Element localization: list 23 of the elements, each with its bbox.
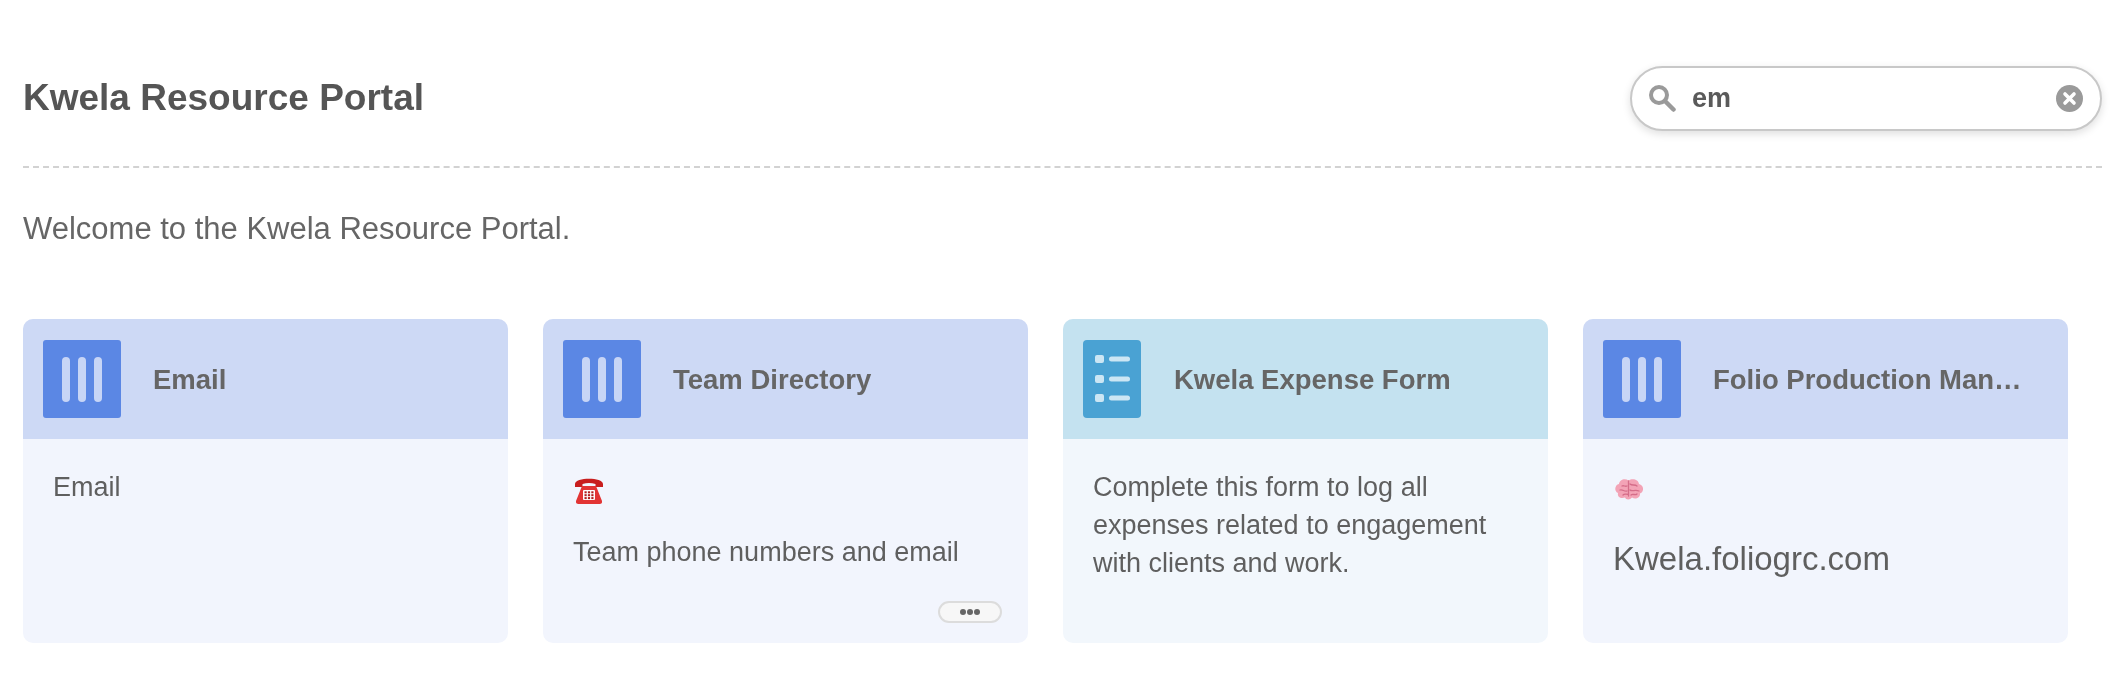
welcome-text: Welcome to the Kwela Resource Portal. [23,210,572,248]
search-icon [1648,84,1676,112]
card-title: Team Directory [673,362,872,397]
columns-icon [563,340,641,419]
card-description: Team phone numbers and email [573,536,960,570]
more-button[interactable] [938,601,1002,624]
resource-card[interactable]: Email Email [23,319,508,644]
clear-icon[interactable] [2056,85,2083,112]
card-url-text: Kwela.foliogrc.com [1613,539,1891,580]
card-description: Email [53,471,122,505]
card-title: Folio Production Man… [1713,362,2022,397]
card-description: Complete this form to log all expenses related to engagement with clients and work. [1093,471,1488,580]
columns-icon [1603,340,1681,419]
resource-card[interactable]: Team Directory Team phone numbers and email [543,319,1028,644]
resource-card[interactable]: Kwela Expense Form Complete this form to log all expenses related to engagement with clients and work. [1063,319,1548,644]
card-title: Kwela Expense Form [1174,362,1451,397]
list-icon [1083,340,1141,419]
columns-icon [43,340,121,419]
page-title: Kwela Resource Portal [23,76,424,121]
ellipsis-icon [960,609,980,616]
card-title: Email [153,362,227,397]
search-field[interactable]: em [1630,66,2102,131]
resource-card[interactable]: Folio Production Man… Kwela.foliogrc.com [1583,319,2068,644]
